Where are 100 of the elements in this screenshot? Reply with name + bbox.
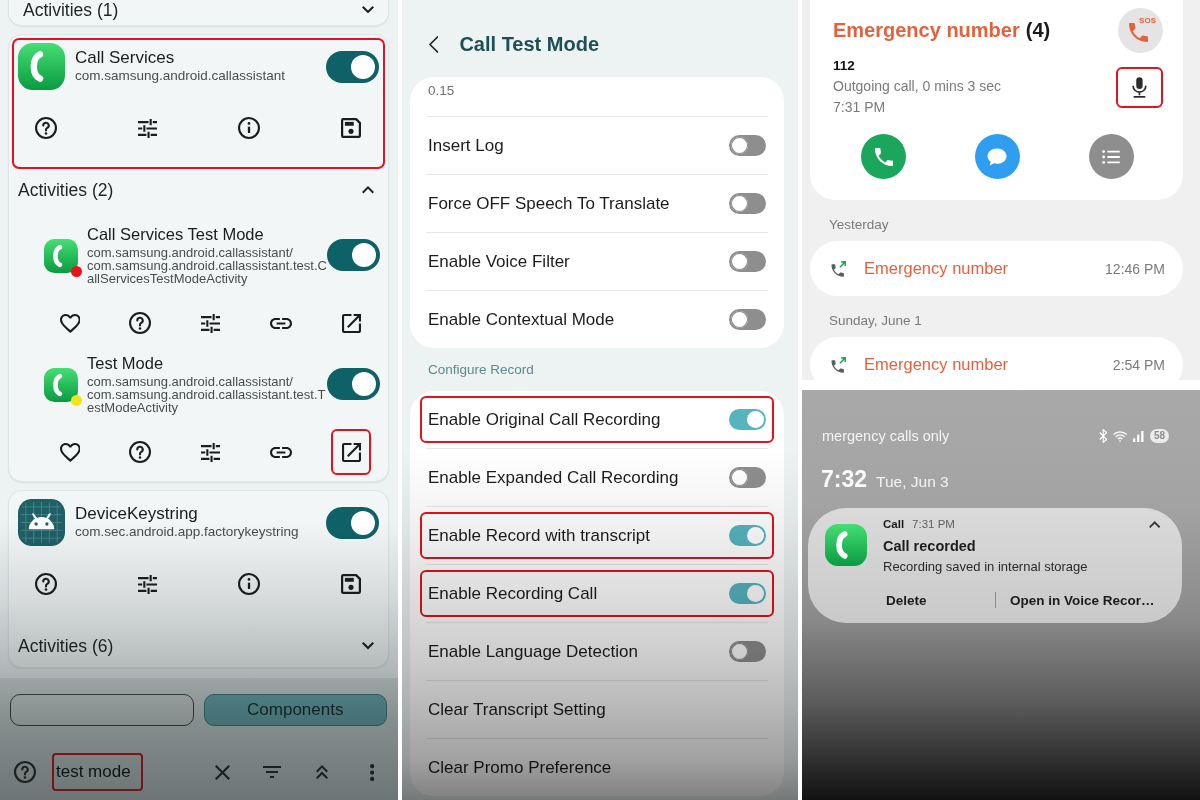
help-icon[interactable] xyxy=(129,312,152,334)
details-button[interactable] xyxy=(1089,134,1134,179)
toggle-switch[interactable] xyxy=(729,525,766,546)
package-name: com.samsung.android.callassistant/ xyxy=(87,375,293,388)
phone-number: 112 xyxy=(833,57,856,75)
chevron-up-icon[interactable] xyxy=(1148,520,1160,528)
call-log-entry[interactable]: Emergency number 12:46 PM xyxy=(810,241,1183,296)
setting-label[interactable]: Clear Transcript Setting xyxy=(428,699,606,720)
bluetooth-icon xyxy=(1098,429,1108,443)
info-icon[interactable] xyxy=(238,117,261,139)
chip-button[interactable] xyxy=(10,694,194,726)
external-link-icon[interactable] xyxy=(341,442,361,462)
toggle-switch[interactable] xyxy=(729,583,766,604)
help-icon[interactable] xyxy=(129,441,152,463)
app-name: Call Services xyxy=(75,48,176,68)
heart-icon[interactable] xyxy=(59,442,81,462)
chevron-down-icon[interactable] xyxy=(362,6,374,14)
activity-class-name: com.samsung.android.callassistant.test.TestModeActivity xyxy=(87,388,327,414)
setting-label: Enable Record with transcript xyxy=(428,525,651,546)
activity-class-name: com.samsung.android.callassistant.test.CallServicesTestModeActivity xyxy=(87,259,327,285)
action-button[interactable]: Delete xyxy=(886,592,995,608)
signal-icon xyxy=(1133,430,1144,442)
chevron-up-icon[interactable] xyxy=(362,186,374,194)
setting-label: Enable Expanded Call Recording xyxy=(428,467,679,488)
external-link-icon[interactable] xyxy=(341,313,361,333)
setting-label: Enable Voice Filter xyxy=(428,251,570,272)
phone-app-icon xyxy=(825,524,867,566)
toggle-switch[interactable] xyxy=(327,368,380,400)
call-log-entry[interactable]: Emergency number 2:54 PM xyxy=(810,337,1183,380)
back-icon[interactable] xyxy=(429,35,439,53)
call-button[interactable] xyxy=(861,134,906,179)
call-detail: Outgoing call, 0 mins 3 sec xyxy=(833,77,1002,96)
section-header[interactable]: Activities (2) xyxy=(18,180,114,200)
date-header: Yesterday xyxy=(829,217,889,232)
sliders-icon[interactable] xyxy=(201,313,220,333)
toggle-switch[interactable] xyxy=(729,135,766,156)
activity-name: Test Mode xyxy=(87,354,165,372)
link-icon[interactable] xyxy=(269,317,292,329)
double-chevron-up-icon[interactable] xyxy=(316,765,328,779)
notification-title: Call recorded xyxy=(883,537,977,556)
toggle-switch[interactable] xyxy=(326,507,379,539)
microphone-icon[interactable] xyxy=(1132,77,1147,98)
heart-icon[interactable] xyxy=(59,313,81,333)
message-button[interactable] xyxy=(975,134,1020,179)
package-name: com.sec.android.app.factorykeystring xyxy=(75,524,300,540)
save-icon[interactable] xyxy=(340,574,361,594)
toggle-switch[interactable] xyxy=(729,641,766,662)
package-name: com.samsung.android.callassistant xyxy=(75,68,287,84)
date-header: Sunday, June 1 xyxy=(829,313,922,328)
package-name: com.samsung.android.callassistant/ xyxy=(87,246,293,259)
contact-name: Emergency number xyxy=(864,259,1010,278)
android-app-icon xyxy=(18,499,65,546)
toggle-switch[interactable] xyxy=(327,239,380,271)
call-time: 2:54 PM xyxy=(1112,356,1165,373)
notification-text: Recording saved in internal storage xyxy=(883,558,1089,576)
contact-name: Emergency number xyxy=(864,355,1010,374)
call-time: 7:31 PM xyxy=(833,98,887,117)
phone-app-icon xyxy=(44,239,78,273)
outgoing-call-icon xyxy=(831,356,847,373)
chevron-down-icon[interactable] xyxy=(362,642,374,650)
outgoing-call-icon xyxy=(831,260,847,277)
close-icon[interactable] xyxy=(214,764,230,780)
notification-time: 7:31 PM xyxy=(912,518,955,530)
more-icon[interactable] xyxy=(369,763,375,781)
help-icon[interactable] xyxy=(35,573,57,595)
chat-bubble-icon xyxy=(987,147,1008,166)
setting-label: Enable Language Detection xyxy=(428,641,638,662)
info-icon[interactable] xyxy=(238,573,261,595)
phone-icon xyxy=(874,147,893,166)
sliders-icon[interactable] xyxy=(138,574,158,594)
list-icon xyxy=(1102,149,1121,164)
filter-icon[interactable] xyxy=(263,766,281,778)
sliders-icon[interactable] xyxy=(201,442,220,462)
setting-label[interactable]: Clear Promo Preference xyxy=(428,757,612,778)
section-header[interactable]: Activities (6) xyxy=(18,636,114,656)
save-icon[interactable] xyxy=(340,118,361,138)
contact-name: Emergency number xyxy=(833,19,1020,42)
call-count: (4) xyxy=(1025,19,1051,42)
setting-label: Enable Original Call Recording xyxy=(428,409,661,430)
call-time: 12:46 PM xyxy=(1105,260,1165,277)
section-header[interactable]: Activities (1) xyxy=(23,0,119,20)
toggle-switch[interactable] xyxy=(729,193,766,214)
setting-label: Enable Recording Call xyxy=(428,583,598,604)
toggle-switch[interactable] xyxy=(729,409,766,430)
toggle-switch[interactable] xyxy=(729,309,766,330)
link-icon[interactable] xyxy=(269,446,292,458)
action-button[interactable]: Open in Voice Recor… xyxy=(1010,592,1155,608)
carrier-text: mergency calls only xyxy=(822,428,950,444)
help-icon[interactable] xyxy=(35,117,57,139)
app-name: Call xyxy=(883,518,905,530)
phone-app-icon xyxy=(18,43,65,90)
toggle-switch[interactable] xyxy=(326,51,379,83)
search-field[interactable]: test mode xyxy=(52,753,143,791)
sliders-icon[interactable] xyxy=(138,118,158,138)
wifi-icon xyxy=(1113,430,1128,442)
setting-label: Force OFF Speech To Translate xyxy=(428,193,670,214)
toggle-switch[interactable] xyxy=(729,251,766,272)
setting-value: 0.15 xyxy=(428,83,455,99)
phone-app-icon xyxy=(44,368,78,402)
toggle-switch[interactable] xyxy=(729,467,766,488)
